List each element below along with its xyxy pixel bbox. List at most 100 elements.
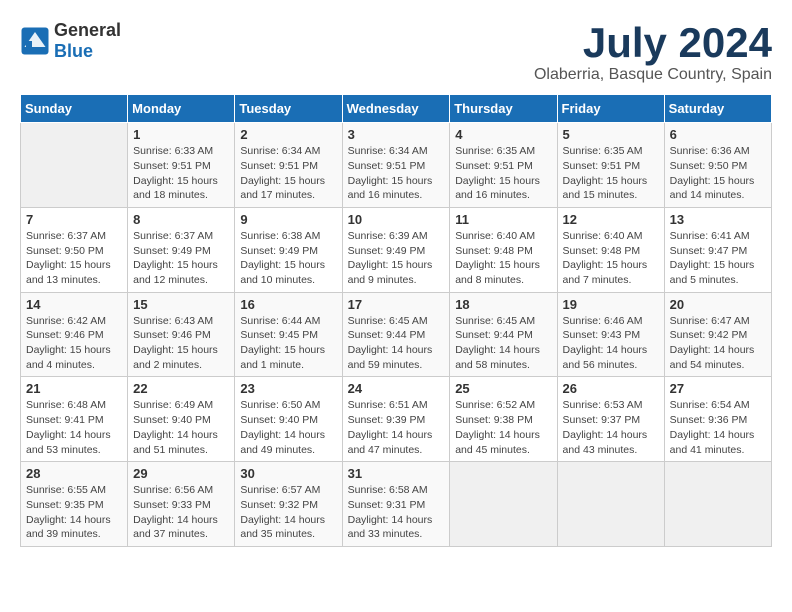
- calendar-cell: 2Sunrise: 6:34 AM Sunset: 9:51 PM Daylig…: [235, 123, 342, 208]
- day-number: 5: [563, 127, 659, 142]
- day-info: Sunrise: 6:54 AM Sunset: 9:36 PM Dayligh…: [670, 398, 766, 457]
- day-info: Sunrise: 6:37 AM Sunset: 9:49 PM Dayligh…: [133, 229, 229, 288]
- page-header: General Blue July 2024 Olaberria, Basque…: [20, 20, 772, 84]
- day-info: Sunrise: 6:34 AM Sunset: 9:51 PM Dayligh…: [348, 144, 445, 203]
- day-number: 25: [455, 381, 551, 396]
- calendar-cell: 26Sunrise: 6:53 AM Sunset: 9:37 PM Dayli…: [557, 377, 664, 462]
- calendar-cell: 13Sunrise: 6:41 AM Sunset: 9:47 PM Dayli…: [664, 207, 771, 292]
- calendar-cell: 5 Sunrise: 6:35 AM Sunset: 9:51 PM Daylig…: [557, 123, 664, 208]
- day-number: 19: [563, 297, 659, 312]
- day-info: Sunrise: 6:57 AM Sunset: 9:32 PM Dayligh…: [240, 483, 336, 542]
- calendar-cell: 17 Sunrise: 6:45 AM Sunset: 9:44 PM Dayli…: [342, 292, 450, 377]
- day-number: 6: [670, 127, 766, 142]
- day-info: Sunrise: 6:39 AM Sunset: 9:49 PM Dayligh…: [348, 229, 445, 288]
- calendar-cell: 28 Sunrise: 6:55 AM Sunset: 9:35 PM Dayli…: [21, 462, 128, 547]
- day-info: Sunrise: 6:56 AM Sunset: 9:33 PM Dayligh…: [133, 483, 229, 542]
- calendar-cell: 19 Sunrise: 6:46 AM Sunset: 9:43 PM Dayli…: [557, 292, 664, 377]
- calendar-cell: 15 Sunrise: 6:43 AM Sunset: 9:46 PM Dayli…: [128, 292, 235, 377]
- calendar-cell: 29 Sunrise: 6:56 AM Sunset: 9:33 PM Dayli…: [128, 462, 235, 547]
- day-number: 10: [348, 212, 445, 227]
- day-number: 16: [240, 297, 336, 312]
- day-number: 24: [348, 381, 445, 396]
- day-number: 8: [133, 212, 229, 227]
- day-info: Sunrise: 6:47 AM Sunset: 9:42 PM Dayligh…: [670, 314, 766, 373]
- day-number: 14: [26, 297, 122, 312]
- weekday-header-wednesday: Wednesday: [342, 95, 450, 123]
- weekday-header-tuesday: Tuesday: [235, 95, 342, 123]
- day-info: Sunrise: 6:34 AM Sunset: 9:51 PM Dayligh…: [240, 144, 336, 203]
- weekday-header-saturday: Saturday: [664, 95, 771, 123]
- day-info: Sunrise: 6:43 AM Sunset: 9:46 PM Dayligh…: [133, 314, 229, 373]
- calendar-week-3: 14 Sunrise: 6:42 AM Sunset: 9:46 PM Dayli…: [21, 292, 772, 377]
- logo-icon: [20, 26, 50, 56]
- day-number: 3: [348, 127, 445, 142]
- calendar-cell: [450, 462, 557, 547]
- day-info: Sunrise: 6:52 AM Sunset: 9:38 PM Dayligh…: [455, 398, 551, 457]
- calendar-cell: 27 Sunrise: 6:54 AM Sunset: 9:36 PM Dayli…: [664, 377, 771, 462]
- location-title: Olaberria, Basque Country, Spain: [534, 66, 772, 84]
- logo-general-text: General: [54, 20, 121, 40]
- day-number: 28: [26, 466, 122, 481]
- day-info: Sunrise: 6:44 AM Sunset: 9:45 PM Dayligh…: [240, 314, 336, 373]
- calendar-week-5: 28 Sunrise: 6:55 AM Sunset: 9:35 PM Dayli…: [21, 462, 772, 547]
- day-info: Sunrise: 6:40 AM Sunset: 9:48 PM Dayligh…: [455, 229, 551, 288]
- calendar-cell: 1 Sunrise: 6:33 AM Sunset: 9:51 PM Daylig…: [128, 123, 235, 208]
- day-info: Sunrise: 6:50 AM Sunset: 9:40 PM Dayligh…: [240, 398, 336, 457]
- day-info: Sunrise: 6:48 AM Sunset: 9:41 PM Dayligh…: [26, 398, 122, 457]
- calendar-cell: 14 Sunrise: 6:42 AM Sunset: 9:46 PM Dayli…: [21, 292, 128, 377]
- day-number: 7: [26, 212, 122, 227]
- logo-blue-text: Blue: [54, 41, 93, 61]
- day-info: Sunrise: 6:37 AM Sunset: 9:50 PM Dayligh…: [26, 229, 122, 288]
- day-info: Sunrise: 6:55 AM Sunset: 9:35 PM Dayligh…: [26, 483, 122, 542]
- day-info: Sunrise: 6:46 AM Sunset: 9:43 PM Dayligh…: [563, 314, 659, 373]
- calendar-cell: 3 Sunrise: 6:34 AM Sunset: 9:51 PM Daylig…: [342, 123, 450, 208]
- calendar-cell: 20Sunrise: 6:47 AM Sunset: 9:42 PM Dayli…: [664, 292, 771, 377]
- title-section: July 2024 Olaberria, Basque Country, Spa…: [534, 20, 772, 84]
- day-number: 31: [348, 466, 445, 481]
- day-info: Sunrise: 6:38 AM Sunset: 9:49 PM Dayligh…: [240, 229, 336, 288]
- calendar-cell: 6 Sunrise: 6:36 AM Sunset: 9:50 PM Daylig…: [664, 123, 771, 208]
- calendar-week-2: 7 Sunrise: 6:37 AM Sunset: 9:50 PM Daylig…: [21, 207, 772, 292]
- logo: General Blue: [20, 20, 121, 62]
- day-number: 30: [240, 466, 336, 481]
- calendar-cell: 31 Sunrise: 6:58 AM Sunset: 9:31 PM Dayli…: [342, 462, 450, 547]
- day-info: Sunrise: 6:36 AM Sunset: 9:50 PM Dayligh…: [670, 144, 766, 203]
- calendar-cell: 21 Sunrise: 6:48 AM Sunset: 9:41 PM Dayli…: [21, 377, 128, 462]
- day-number: 11: [455, 212, 551, 227]
- day-number: 26: [563, 381, 659, 396]
- calendar-cell: 16 Sunrise: 6:44 AM Sunset: 9:45 PM Dayli…: [235, 292, 342, 377]
- calendar-cell: 7 Sunrise: 6:37 AM Sunset: 9:50 PM Daylig…: [21, 207, 128, 292]
- day-number: 1: [133, 127, 229, 142]
- month-title: July 2024: [534, 20, 772, 66]
- day-info: Sunrise: 6:42 AM Sunset: 9:46 PM Dayligh…: [26, 314, 122, 373]
- day-info: Sunrise: 6:58 AM Sunset: 9:31 PM Dayligh…: [348, 483, 445, 542]
- day-number: 15: [133, 297, 229, 312]
- day-number: 13: [670, 212, 766, 227]
- calendar-cell: 23 Sunrise: 6:50 AM Sunset: 9:40 PM Dayli…: [235, 377, 342, 462]
- weekday-header-sunday: Sunday: [21, 95, 128, 123]
- day-number: 23: [240, 381, 336, 396]
- day-info: Sunrise: 6:35 AM Sunset: 9:51 PM Dayligh…: [455, 144, 551, 203]
- calendar-cell: 24 Sunrise: 6:51 AM Sunset: 9:39 PM Dayli…: [342, 377, 450, 462]
- calendar-table: SundayMondayTuesdayWednesdayThursdayFrid…: [20, 94, 772, 547]
- day-info: Sunrise: 6:49 AM Sunset: 9:40 PM Dayligh…: [133, 398, 229, 457]
- calendar-cell: [21, 123, 128, 208]
- day-info: Sunrise: 6:40 AM Sunset: 9:48 PM Dayligh…: [563, 229, 659, 288]
- calendar-cell: 8 Sunrise: 6:37 AM Sunset: 9:49 PM Daylig…: [128, 207, 235, 292]
- day-number: 27: [670, 381, 766, 396]
- day-number: 17: [348, 297, 445, 312]
- weekday-header-friday: Friday: [557, 95, 664, 123]
- calendar-week-4: 21 Sunrise: 6:48 AM Sunset: 9:41 PM Dayli…: [21, 377, 772, 462]
- day-number: 21: [26, 381, 122, 396]
- day-number: 18: [455, 297, 551, 312]
- calendar-cell: 30 Sunrise: 6:57 AM Sunset: 9:32 PM Dayli…: [235, 462, 342, 547]
- calendar-cell: 12 Sunrise: 6:40 AM Sunset: 9:48 PM Dayli…: [557, 207, 664, 292]
- day-info: Sunrise: 6:35 AM Sunset: 9:51 PM Dayligh…: [563, 144, 659, 203]
- day-info: Sunrise: 6:51 AM Sunset: 9:39 PM Dayligh…: [348, 398, 445, 457]
- day-number: 29: [133, 466, 229, 481]
- day-number: 12: [563, 212, 659, 227]
- day-info: Sunrise: 6:33 AM Sunset: 9:51 PM Dayligh…: [133, 144, 229, 203]
- day-info: Sunrise: 6:45 AM Sunset: 9:44 PM Dayligh…: [348, 314, 445, 373]
- day-number: 4: [455, 127, 551, 142]
- calendar-cell: 22Sunrise: 6:49 AM Sunset: 9:40 PM Dayli…: [128, 377, 235, 462]
